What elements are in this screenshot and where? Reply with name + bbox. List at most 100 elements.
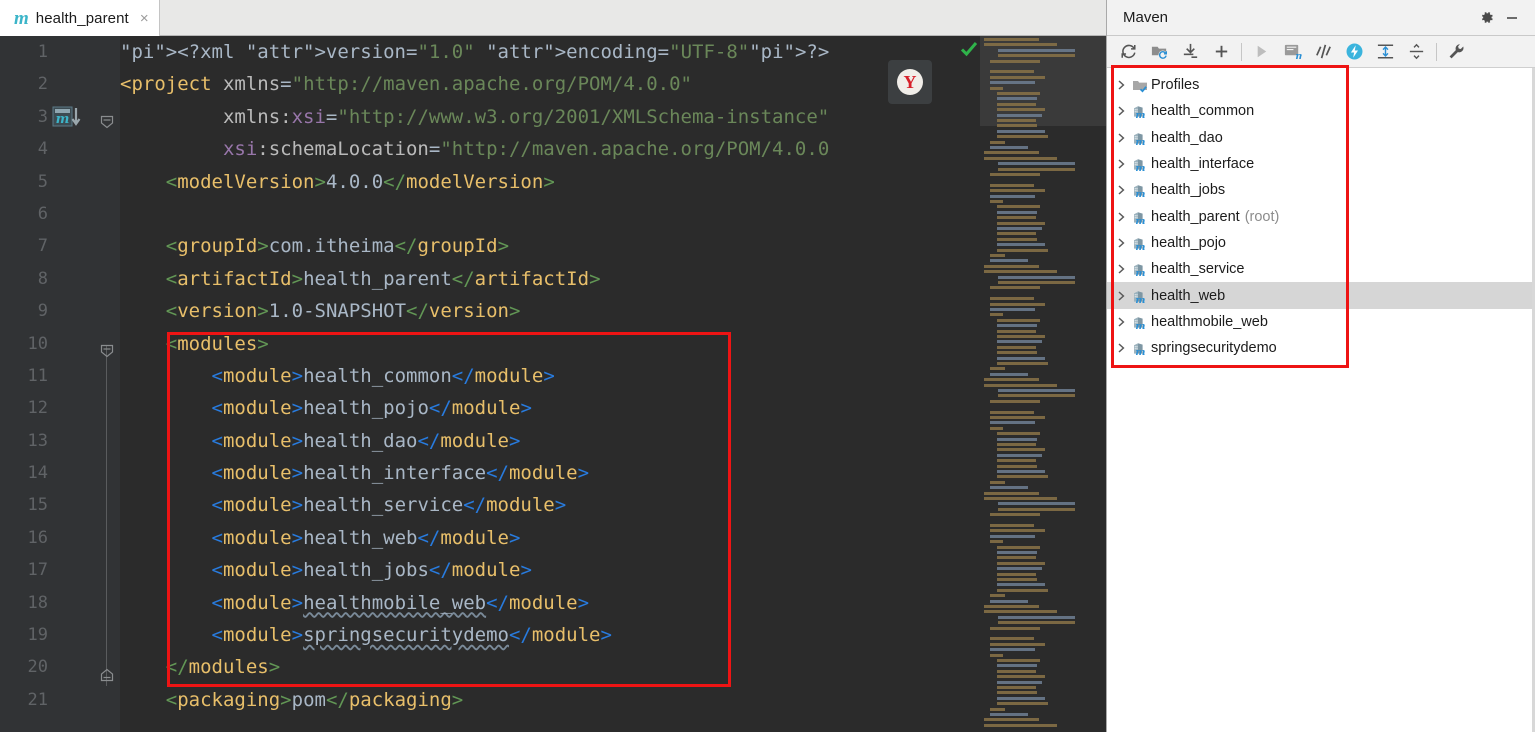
gutter-line: 5 — [0, 166, 120, 198]
code-line[interactable]: "pi"><?xml "attr">version="1.0" "attr">e… — [120, 36, 980, 68]
minimap-line — [990, 313, 1004, 317]
minimap-line — [990, 286, 1040, 290]
maven-panel-title: Maven — [1123, 9, 1169, 26]
chevron-right-icon[interactable] — [1113, 80, 1129, 90]
code-line[interactable]: </modules> — [120, 651, 980, 683]
chevron-right-icon[interactable] — [1113, 290, 1129, 301]
chevron-right-icon[interactable] — [1113, 238, 1129, 248]
execute-maven-goal-icon[interactable]: m — [1277, 38, 1308, 66]
code-line[interactable]: <modelVersion>4.0.0</modelVersion> — [120, 166, 980, 198]
maven-tree-item-label: healthmobile_web — [1151, 313, 1268, 330]
toggle-offline-mode-icon[interactable] — [1339, 38, 1370, 66]
minimap-line — [990, 416, 1046, 419]
close-icon[interactable]: × — [140, 11, 149, 26]
maven-tree-item-health-common[interactable]: m health_common — [1107, 98, 1535, 124]
chevron-right-icon[interactable] — [1113, 212, 1129, 222]
chevron-right-icon[interactable] — [1113, 317, 1129, 327]
minimap-line — [996, 210, 1038, 214]
minimap-line — [984, 497, 1057, 500]
minimap-line — [990, 86, 1004, 90]
code-line[interactable]: <modules> — [120, 328, 980, 360]
maven-tree-item-healthmobile-web[interactable]: m healthmobile_web — [1107, 309, 1535, 335]
editor-gutter[interactable]: 1 2 3 4 5 6 7 8 9 10 11 12 13 14 15 16 17 18 19 20 21 m — [0, 36, 120, 732]
minimap-line — [996, 232, 1036, 236]
minimap-line — [990, 410, 1034, 414]
minimap-line — [996, 243, 1045, 247]
yandex-browser-icon[interactable]: Y — [888, 60, 932, 104]
code-line[interactable]: <module>health_dao</module> — [120, 425, 980, 457]
minimap-line — [998, 162, 1076, 166]
chevron-right-icon[interactable] — [1113, 185, 1129, 195]
code-line[interactable]: <packaging>pom</packaging> — [120, 684, 980, 716]
chevron-right-icon[interactable] — [1113, 106, 1129, 116]
code-minimap[interactable] — [980, 36, 1106, 732]
fold-collapse-icon[interactable] — [99, 343, 115, 359]
code-line[interactable]: <groupId>com.itheima</groupId> — [120, 230, 980, 262]
minimap-line — [990, 599, 1029, 603]
gutter-line: 9 — [0, 295, 120, 327]
code-line[interactable]: <module>health_service</module> — [120, 489, 980, 521]
minimap-line — [996, 329, 1036, 333]
svg-text:m: m — [1135, 163, 1145, 172]
minimap-line — [984, 151, 1040, 155]
maven-projects-tree[interactable]: Profiles m health_common m health_dao m health… — [1107, 68, 1535, 362]
tab-health-parent[interactable]: m health_parent × — [0, 0, 160, 36]
code-line[interactable]: <module>health_pojo</module> — [120, 392, 980, 424]
code-line[interactable]: <module>health_web</module> — [120, 522, 980, 554]
code-line[interactable]: xsi:schemaLocation="http://maven.apache.… — [120, 133, 980, 165]
gear-icon[interactable] — [1473, 5, 1499, 31]
code-line[interactable]: xmlns:xsi="http://www.w3.org/2001/XMLSch… — [120, 101, 980, 133]
collapse-all-icon[interactable] — [1401, 38, 1432, 66]
code-content[interactable]: "pi"><?xml "attr">version="1.0" "attr">e… — [120, 36, 980, 732]
fold-collapse-project-icon[interactable] — [99, 114, 115, 130]
minimap-line — [996, 443, 1036, 446]
maven-tree-item-health-pojo[interactable]: m health_pojo — [1107, 230, 1535, 256]
code-line[interactable]: <module>health_interface</module> — [120, 457, 980, 489]
code-line[interactable]: <project xmlns="http://maven.apache.org/… — [120, 68, 980, 100]
maven-tree-item-health-service[interactable]: m health_service — [1107, 256, 1535, 282]
maven-tree-item-health-jobs[interactable]: m health_jobs — [1107, 177, 1535, 203]
code-line[interactable] — [120, 198, 980, 230]
maven-reimport-icon[interactable]: m — [52, 106, 82, 132]
maven-tree-item-health-dao[interactable]: m health_dao — [1107, 125, 1535, 151]
code-line[interactable]: <version>1.0-SNAPSHOT</version> — [120, 295, 980, 327]
code-line[interactable]: <module>health_jobs</module> — [120, 554, 980, 586]
inspection-ok-check-icon[interactable] — [960, 40, 978, 58]
download-sources-icon[interactable] — [1175, 38, 1206, 66]
svg-text:m: m — [1135, 110, 1145, 119]
chevron-right-icon[interactable] — [1113, 159, 1129, 169]
code-line[interactable]: <module>springsecuritydemo</module> — [120, 619, 980, 651]
maven-tree-item-health-web[interactable]: m health_web — [1107, 282, 1535, 309]
run-icon[interactable] — [1246, 38, 1277, 66]
chevron-right-icon[interactable] — [1113, 264, 1129, 274]
maven-tree-item-health-interface[interactable]: m health_interface — [1107, 151, 1535, 177]
maven-toolbar: m — [1107, 36, 1535, 68]
expand-all-icon[interactable] — [1370, 38, 1401, 66]
maven-settings-wrench-icon[interactable] — [1441, 38, 1472, 66]
minimap-line — [996, 551, 1038, 554]
toggle-skip-tests-icon[interactable] — [1308, 38, 1339, 66]
chevron-right-icon[interactable] — [1113, 343, 1129, 353]
chevron-right-icon[interactable] — [1113, 133, 1129, 143]
minimap-line — [996, 572, 1036, 576]
code-line[interactable]: <artifactId>health_parent</artifactId> — [120, 263, 980, 295]
generate-sources-icon[interactable] — [1144, 38, 1175, 66]
reload-all-projects-icon[interactable] — [1113, 38, 1144, 66]
minimap-line — [990, 524, 1034, 527]
maven-tree-item-profiles[interactable]: Profiles — [1107, 72, 1535, 98]
code-fold-rail — [106, 346, 107, 686]
minimap-line — [998, 621, 1076, 625]
line-number: 6 — [37, 203, 48, 224]
minimap-line — [996, 221, 1045, 225]
fold-end-icon[interactable] — [99, 667, 115, 683]
maven-tree-item-springsecuritydemo[interactable]: m springsecuritydemo — [1107, 335, 1535, 361]
svg-text:m: m — [1135, 189, 1145, 198]
minimize-icon[interactable] — [1499, 5, 1525, 31]
minimap-line — [990, 529, 1046, 533]
minimap-line — [996, 453, 1042, 457]
code-line[interactable]: <module>healthmobile_web</module> — [120, 587, 980, 619]
minimap-line — [996, 237, 1038, 241]
maven-tree-item-health-parent[interactable]: m health_parent (root) — [1107, 203, 1535, 229]
add-maven-project-icon[interactable] — [1206, 38, 1237, 66]
code-line[interactable]: <module>health_common</module> — [120, 360, 980, 392]
